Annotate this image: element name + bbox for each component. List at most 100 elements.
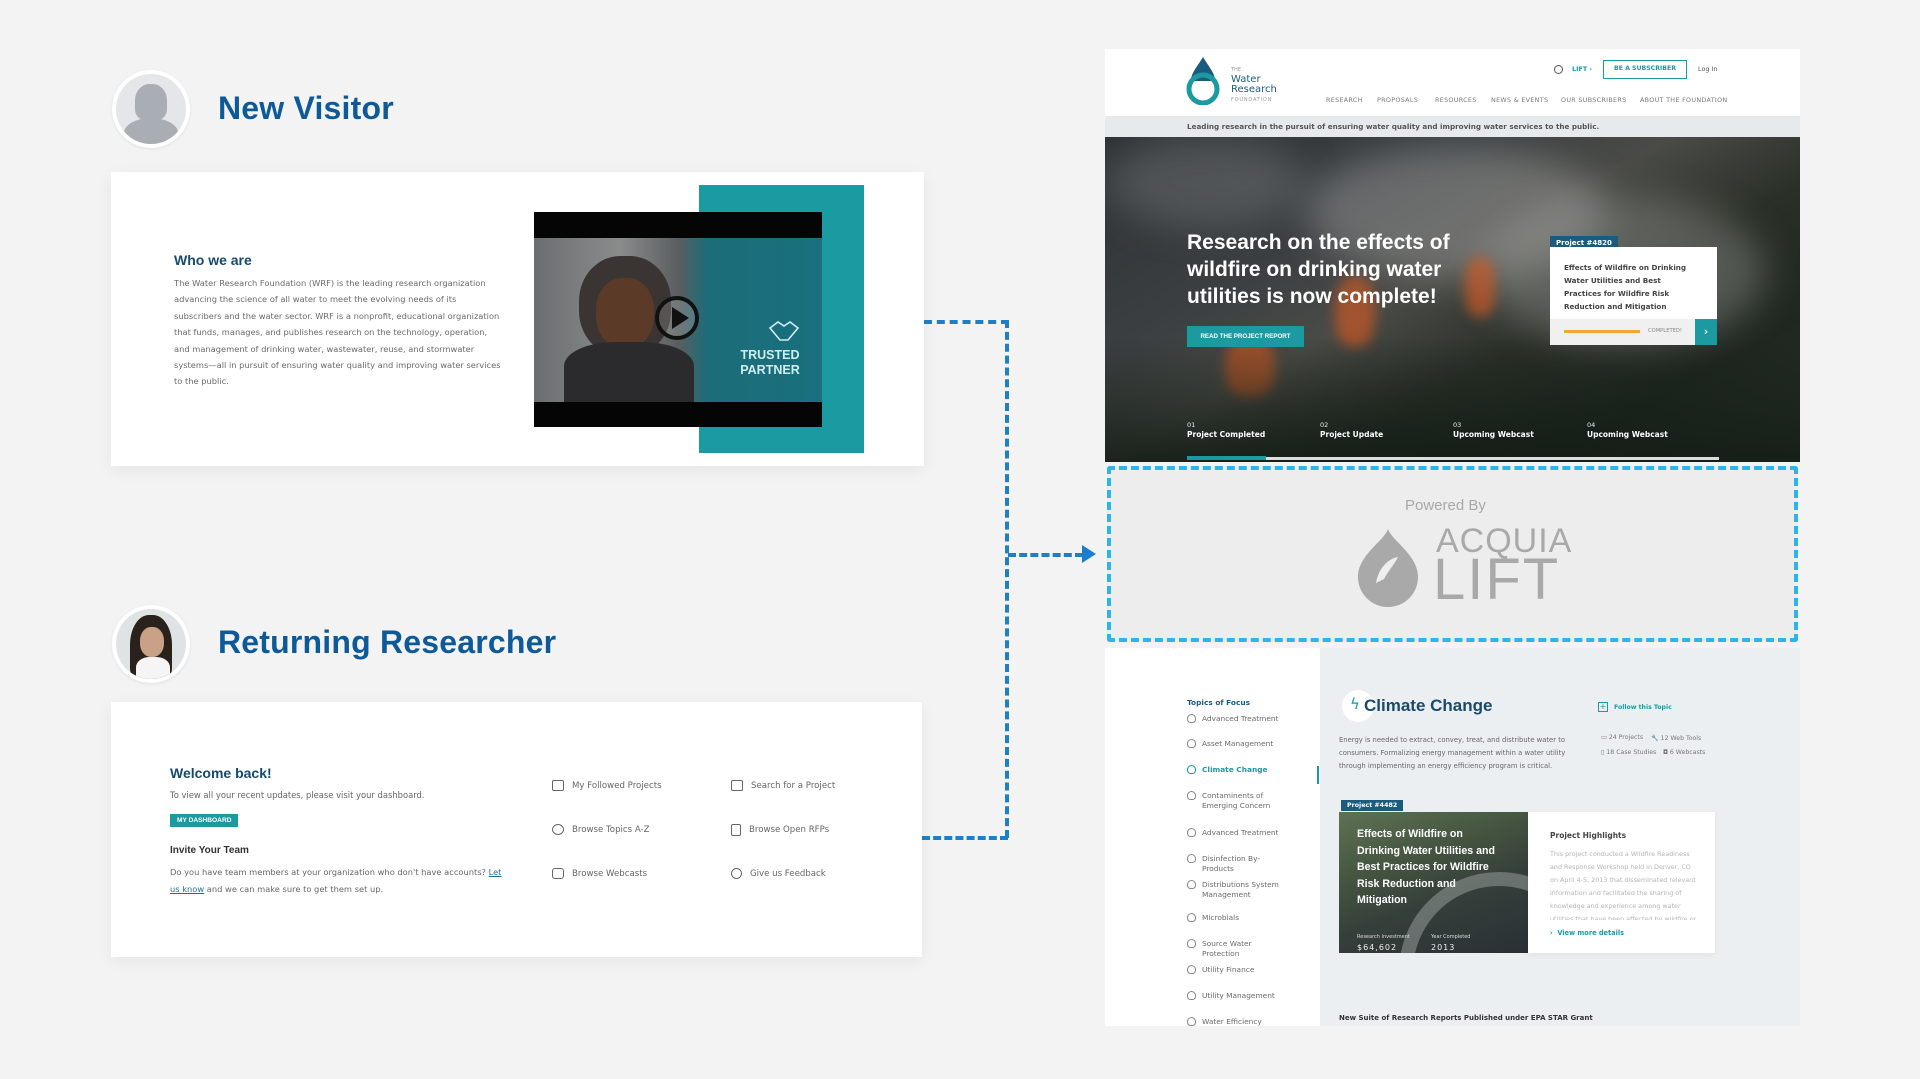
- nav-proposals[interactable]: PROPOSALS: [1377, 96, 1418, 104]
- flask-icon: [1187, 765, 1196, 774]
- lift-link[interactable]: LIFT ›: [1572, 65, 1592, 73]
- wrf-logo-text: THE Water Research FOUNDATION: [1231, 65, 1277, 105]
- trusted-partner-badge: TRUSTED PARTNER: [740, 348, 800, 377]
- completed-status: COMPLETED!: [1648, 328, 1682, 334]
- molecule-icon: [1187, 739, 1196, 748]
- flask-icon: [1187, 714, 1196, 723]
- slide-tab-2[interactable]: 02 Project Update: [1320, 420, 1383, 440]
- topic-label: Water Efficiency: [1202, 1017, 1262, 1026]
- invite-text-part: Do you have team members at your organiz…: [170, 867, 486, 877]
- topic-item[interactable]: Microbials: [1187, 913, 1290, 923]
- hero-project-card[interactable]: Effects of Wildfire on Drinking Water Ut…: [1550, 247, 1717, 345]
- welcome-heading: Welcome back!: [170, 765, 272, 781]
- link-label: Browse Topics A-Z: [572, 824, 650, 835]
- topics-heading: Topics of Focus: [1187, 698, 1251, 707]
- topic-description: Energy is needed to extract, convey, tre…: [1339, 736, 1566, 770]
- topic-item[interactable]: Climate Change: [1187, 765, 1290, 775]
- stat-label: 6 Webcasts: [1669, 749, 1706, 756]
- my-dashboard-button[interactable]: MY DASHBOARD: [170, 814, 239, 827]
- link-browse-webcasts[interactable]: Browse Webcasts: [552, 868, 647, 879]
- flask-icon: [1187, 880, 1196, 889]
- plus-icon: +: [1598, 702, 1608, 712]
- topic-item[interactable]: Source Water Protection: [1187, 939, 1290, 958]
- followed-projects-icon: [552, 780, 564, 791]
- link-give-feedback[interactable]: Give us Feedback: [731, 868, 826, 879]
- search-project-icon: [731, 780, 743, 791]
- topic-item[interactable]: Water Efficiency: [1187, 1017, 1290, 1026]
- slide-num: 04: [1587, 421, 1596, 429]
- link-search-project[interactable]: Search for a Project: [731, 780, 835, 791]
- next-chevron-icon[interactable]: ›: [1695, 319, 1717, 345]
- topic-project-image-card[interactable]: Effects of Wildfire on Drinking Water Ut…: [1339, 812, 1528, 953]
- topic-item[interactable]: Disinfection By-Products: [1187, 854, 1290, 873]
- flask-icon: [1187, 828, 1196, 837]
- powered-by-label: Powered By: [1405, 497, 1486, 514]
- follow-topic-button[interactable]: + Follow this Topic: [1598, 702, 1672, 712]
- slide-tab-1[interactable]: 01 Project Completed: [1187, 420, 1265, 440]
- year-label: Year Completed: [1431, 934, 1471, 940]
- hero-title: Research on the effects of wildfire on d…: [1187, 231, 1450, 308]
- persona-title-returning-researcher: Returning Researcher: [218, 624, 557, 660]
- link-browse-topics[interactable]: Browse Topics A-Z: [552, 824, 650, 835]
- slide-tab-4[interactable]: 04 Upcoming Webcast: [1587, 420, 1668, 440]
- topic-label: Disinfection By-Products: [1202, 854, 1261, 873]
- log-in-link[interactable]: Log In: [1698, 65, 1717, 73]
- molecule-icon: [1187, 1017, 1196, 1026]
- nav-our-subscribers[interactable]: OUR SUBSCRIBERS: [1561, 96, 1626, 104]
- invite-heading: Invite Your Team: [170, 845, 249, 856]
- link-browse-rfps[interactable]: Browse Open RFPs: [731, 824, 829, 836]
- investment-value: $64,602: [1357, 943, 1398, 952]
- placeholder-avatar-icon: [116, 74, 186, 144]
- molecule-icon: [1187, 965, 1196, 974]
- logo-research: Research: [1231, 84, 1277, 95]
- topic-item[interactable]: Advanced Treatment: [1187, 828, 1290, 838]
- read-project-report-button[interactable]: READ THE PROJECT REPORT: [1187, 326, 1304, 347]
- view-more-details-link[interactable]: › View more details: [1550, 929, 1624, 937]
- topic-label: Advanced Treatment: [1202, 714, 1279, 723]
- who-we-are-text: The Water Research Foundation (WRF) is t…: [174, 278, 501, 387]
- nav-research[interactable]: RESEARCH: [1326, 96, 1363, 104]
- flask-icon: [1187, 991, 1196, 1000]
- play-icon[interactable]: [655, 296, 699, 340]
- connector-line: [1005, 320, 1009, 838]
- stat-label: 24 Projects: [1608, 734, 1644, 741]
- topic-item[interactable]: Distributions System Management: [1187, 880, 1290, 899]
- topic-item[interactable]: Advanced Treatment: [1187, 714, 1290, 724]
- nav-resources[interactable]: RESOURCES: [1435, 96, 1477, 104]
- topic-title: Climate Change: [1364, 696, 1493, 715]
- who-we-are-heading: Who we are: [174, 252, 252, 268]
- topic-page-mockup: Topics of Focus Advanced Treatment Asset …: [1105, 648, 1800, 1026]
- search-icon[interactable]: [1554, 65, 1563, 74]
- highlights-text: This project conducted a Wildfire Readin…: [1550, 850, 1697, 920]
- site-header: THE Water Research FOUNDATION LIFT › BE …: [1105, 49, 1800, 116]
- lift-wordmark: LIFT: [1433, 547, 1561, 612]
- handshake-icon: [766, 320, 802, 344]
- hero-carousel: Research on the effects of wildfire on d…: [1105, 137, 1800, 462]
- logo-foundation: FOUNDATION: [1231, 97, 1273, 103]
- view-more-label: View more details: [1557, 929, 1625, 937]
- topic-item[interactable]: Utility Finance: [1187, 965, 1290, 975]
- nav-news-events[interactable]: NEWS & EVENTS: [1491, 96, 1548, 104]
- topic-label: Distributions System Management: [1202, 880, 1279, 899]
- topic-item[interactable]: Contaminents of Emerging Concern: [1187, 791, 1290, 810]
- topic-item[interactable]: Utility Management: [1187, 991, 1290, 1001]
- webcast-icon: [552, 868, 564, 879]
- nav-about[interactable]: ABOUT THE FOUNDATION: [1640, 96, 1728, 104]
- hero-project-title: Effects of Wildfire on Drinking Water Ut…: [1564, 263, 1687, 311]
- topic-item[interactable]: Asset Management: [1187, 739, 1290, 749]
- investment-label: Research Investment: [1357, 934, 1410, 940]
- stat-projects: ▭ 24 Projects: [1601, 734, 1644, 741]
- news-headline[interactable]: New Suite of Research Reports Published …: [1339, 1014, 1593, 1022]
- link-label: Browse Open RFPs: [749, 825, 830, 835]
- year-value: 2013: [1431, 943, 1456, 952]
- topic-label: Utility Management: [1202, 991, 1275, 1000]
- slide-label: Project Completed: [1187, 430, 1266, 439]
- follow-label: Follow this Topic: [1614, 703, 1672, 711]
- topic-label: Contaminents of Emerging Concern: [1202, 791, 1271, 810]
- feedback-icon: [731, 868, 742, 879]
- speaker-body: [564, 342, 694, 402]
- be-a-subscriber-button[interactable]: BE A SUBSCRIBER: [1603, 60, 1687, 79]
- link-my-followed-projects[interactable]: My Followed Projects: [552, 780, 662, 791]
- link-label: Browse Webcasts: [572, 868, 648, 879]
- slide-tab-3[interactable]: 03 Upcoming Webcast: [1453, 420, 1534, 440]
